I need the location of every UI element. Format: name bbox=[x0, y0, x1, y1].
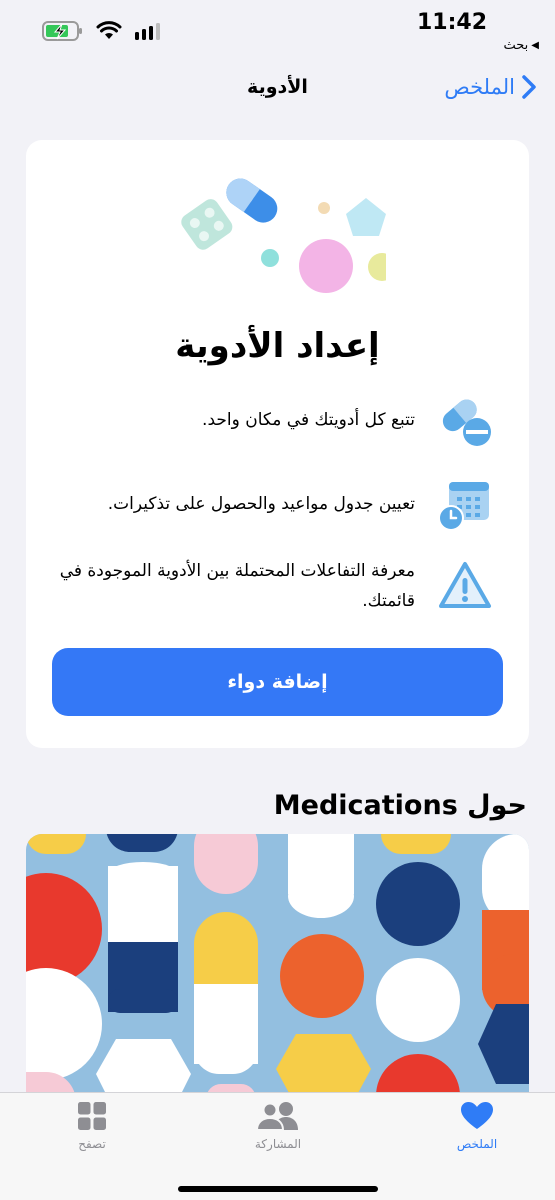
status-icons bbox=[42, 20, 160, 42]
pills-icon bbox=[442, 399, 491, 446]
home-indicator bbox=[178, 1186, 378, 1192]
tab-bar: الملخص المشاركة تصفح bbox=[0, 1092, 555, 1200]
wifi-icon bbox=[96, 21, 122, 39]
tab-sharing[interactable]: المشاركة bbox=[218, 1101, 338, 1151]
add-medication-button[interactable]: إضافة دواء bbox=[52, 648, 503, 716]
feature-text: تتبع كل أدويتك في مكان واحد. bbox=[202, 410, 415, 430]
back-app-label: بحث bbox=[503, 38, 529, 53]
medications-setup-card: إعداد الأدوية تتبع كل أدويتك في مكان واح… bbox=[26, 140, 529, 748]
medications-pattern-image[interactable] bbox=[26, 834, 529, 1096]
back-to-app-link[interactable]: ◀ بحث bbox=[504, 38, 539, 53]
feature-schedule: تعيين جدول مواعيد والحصول على تذكيرات. bbox=[48, 476, 493, 532]
feature-track: تتبع كل أدويتك في مكان واحد. bbox=[48, 392, 493, 448]
medications-illustration bbox=[181, 178, 386, 293]
status-bar: 11:42 ◀ بحث bbox=[0, 0, 555, 62]
tab-browse[interactable]: تصفح bbox=[32, 1101, 152, 1151]
battery-charging-icon bbox=[42, 21, 82, 41]
about-heading: حول Medications bbox=[273, 790, 527, 821]
grid-icon bbox=[78, 1102, 106, 1130]
pills-pattern-graphic bbox=[26, 834, 529, 1096]
warning-triangle-icon bbox=[439, 562, 491, 608]
tab-summary[interactable]: الملخص bbox=[417, 1101, 537, 1151]
cellular-signal-icon bbox=[135, 23, 160, 40]
people-icon bbox=[256, 1102, 298, 1131]
status-time: 11:42 bbox=[416, 10, 487, 35]
tab-label: تصفح bbox=[78, 1137, 106, 1151]
tab-label: المشاركة bbox=[254, 1137, 302, 1151]
tab-label: الملخص bbox=[456, 1137, 498, 1151]
setup-title: إعداد الأدوية bbox=[175, 326, 380, 366]
back-triangle-icon: ◀ bbox=[531, 40, 539, 51]
calendar-clock-icon bbox=[438, 482, 489, 531]
feature-interactions: معرفة التفاعلات المحتملة بين الأدوية الم… bbox=[48, 556, 493, 616]
page-title: الأدوية bbox=[247, 76, 308, 98]
feature-text: تعيين جدول مواعيد والحصول على تذكيرات. bbox=[107, 494, 415, 514]
heart-icon bbox=[461, 1102, 493, 1129]
navigation-bar: الملخص الأدوية bbox=[0, 62, 555, 118]
feature-text: معرفة التفاعلات المحتملة بين الأدوية الم… bbox=[59, 561, 415, 611]
